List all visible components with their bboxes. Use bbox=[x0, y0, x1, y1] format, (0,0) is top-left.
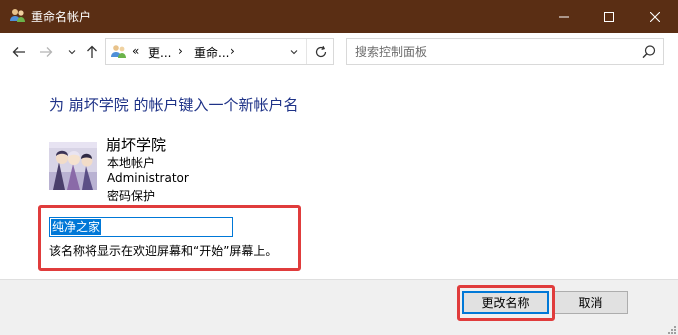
account-role: Administrator bbox=[107, 171, 189, 185]
page-heading: 为 崩坏学院 的帐户键入一个新帐户名 bbox=[49, 96, 299, 114]
refresh-button[interactable] bbox=[306, 39, 334, 64]
resize-grip-icon[interactable] bbox=[666, 323, 676, 334]
cancel-button[interactable]: 取消 bbox=[553, 291, 628, 314]
title-bar: 重命名帐户 bbox=[0, 0, 678, 33]
breadcrumb-item-2[interactable]: 重命... bbox=[194, 44, 229, 61]
window-title: 重命名帐户 bbox=[31, 10, 92, 24]
arrow-right-icon bbox=[40, 47, 53, 57]
control-panel-icon bbox=[110, 43, 128, 61]
search-box[interactable] bbox=[346, 38, 664, 65]
breadcrumb-separator[interactable]: › bbox=[230, 44, 235, 58]
arrow-up-icon bbox=[87, 45, 97, 58]
search-icon[interactable] bbox=[640, 43, 658, 61]
address-dropdown-button[interactable] bbox=[282, 39, 306, 64]
account-protection: 密码保护 bbox=[107, 189, 156, 203]
recent-locations-button[interactable] bbox=[62, 42, 82, 62]
highlight-annotation bbox=[457, 285, 555, 321]
up-button[interactable] bbox=[82, 42, 102, 62]
search-input[interactable] bbox=[355, 43, 635, 60]
breadcrumb-item-1[interactable]: 更... bbox=[148, 44, 171, 61]
minimize-button[interactable] bbox=[541, 0, 587, 33]
refresh-icon bbox=[315, 45, 326, 57]
navigation-bar: « 更... › 重命... › bbox=[0, 33, 678, 71]
highlight-annotation bbox=[38, 205, 301, 271]
account-name: 崩坏学院 bbox=[106, 136, 167, 154]
chevron-down-icon bbox=[68, 50, 76, 55]
close-button[interactable] bbox=[632, 0, 678, 33]
account-avatar bbox=[49, 142, 97, 190]
arrow-left-icon bbox=[12, 47, 25, 57]
breadcrumb-overflow[interactable]: « bbox=[132, 44, 139, 58]
back-button[interactable] bbox=[9, 42, 29, 62]
dialog-footer: 更改名称 取消 bbox=[0, 279, 678, 335]
address-bar[interactable]: « 更... › 重命... › bbox=[105, 38, 334, 65]
account-type: 本地帐户 bbox=[107, 156, 156, 170]
forward-button[interactable] bbox=[36, 42, 56, 62]
breadcrumb-separator[interactable]: › bbox=[178, 44, 183, 58]
maximize-button[interactable] bbox=[586, 0, 632, 33]
users-icon bbox=[9, 7, 27, 25]
chevron-down-icon bbox=[290, 49, 298, 54]
